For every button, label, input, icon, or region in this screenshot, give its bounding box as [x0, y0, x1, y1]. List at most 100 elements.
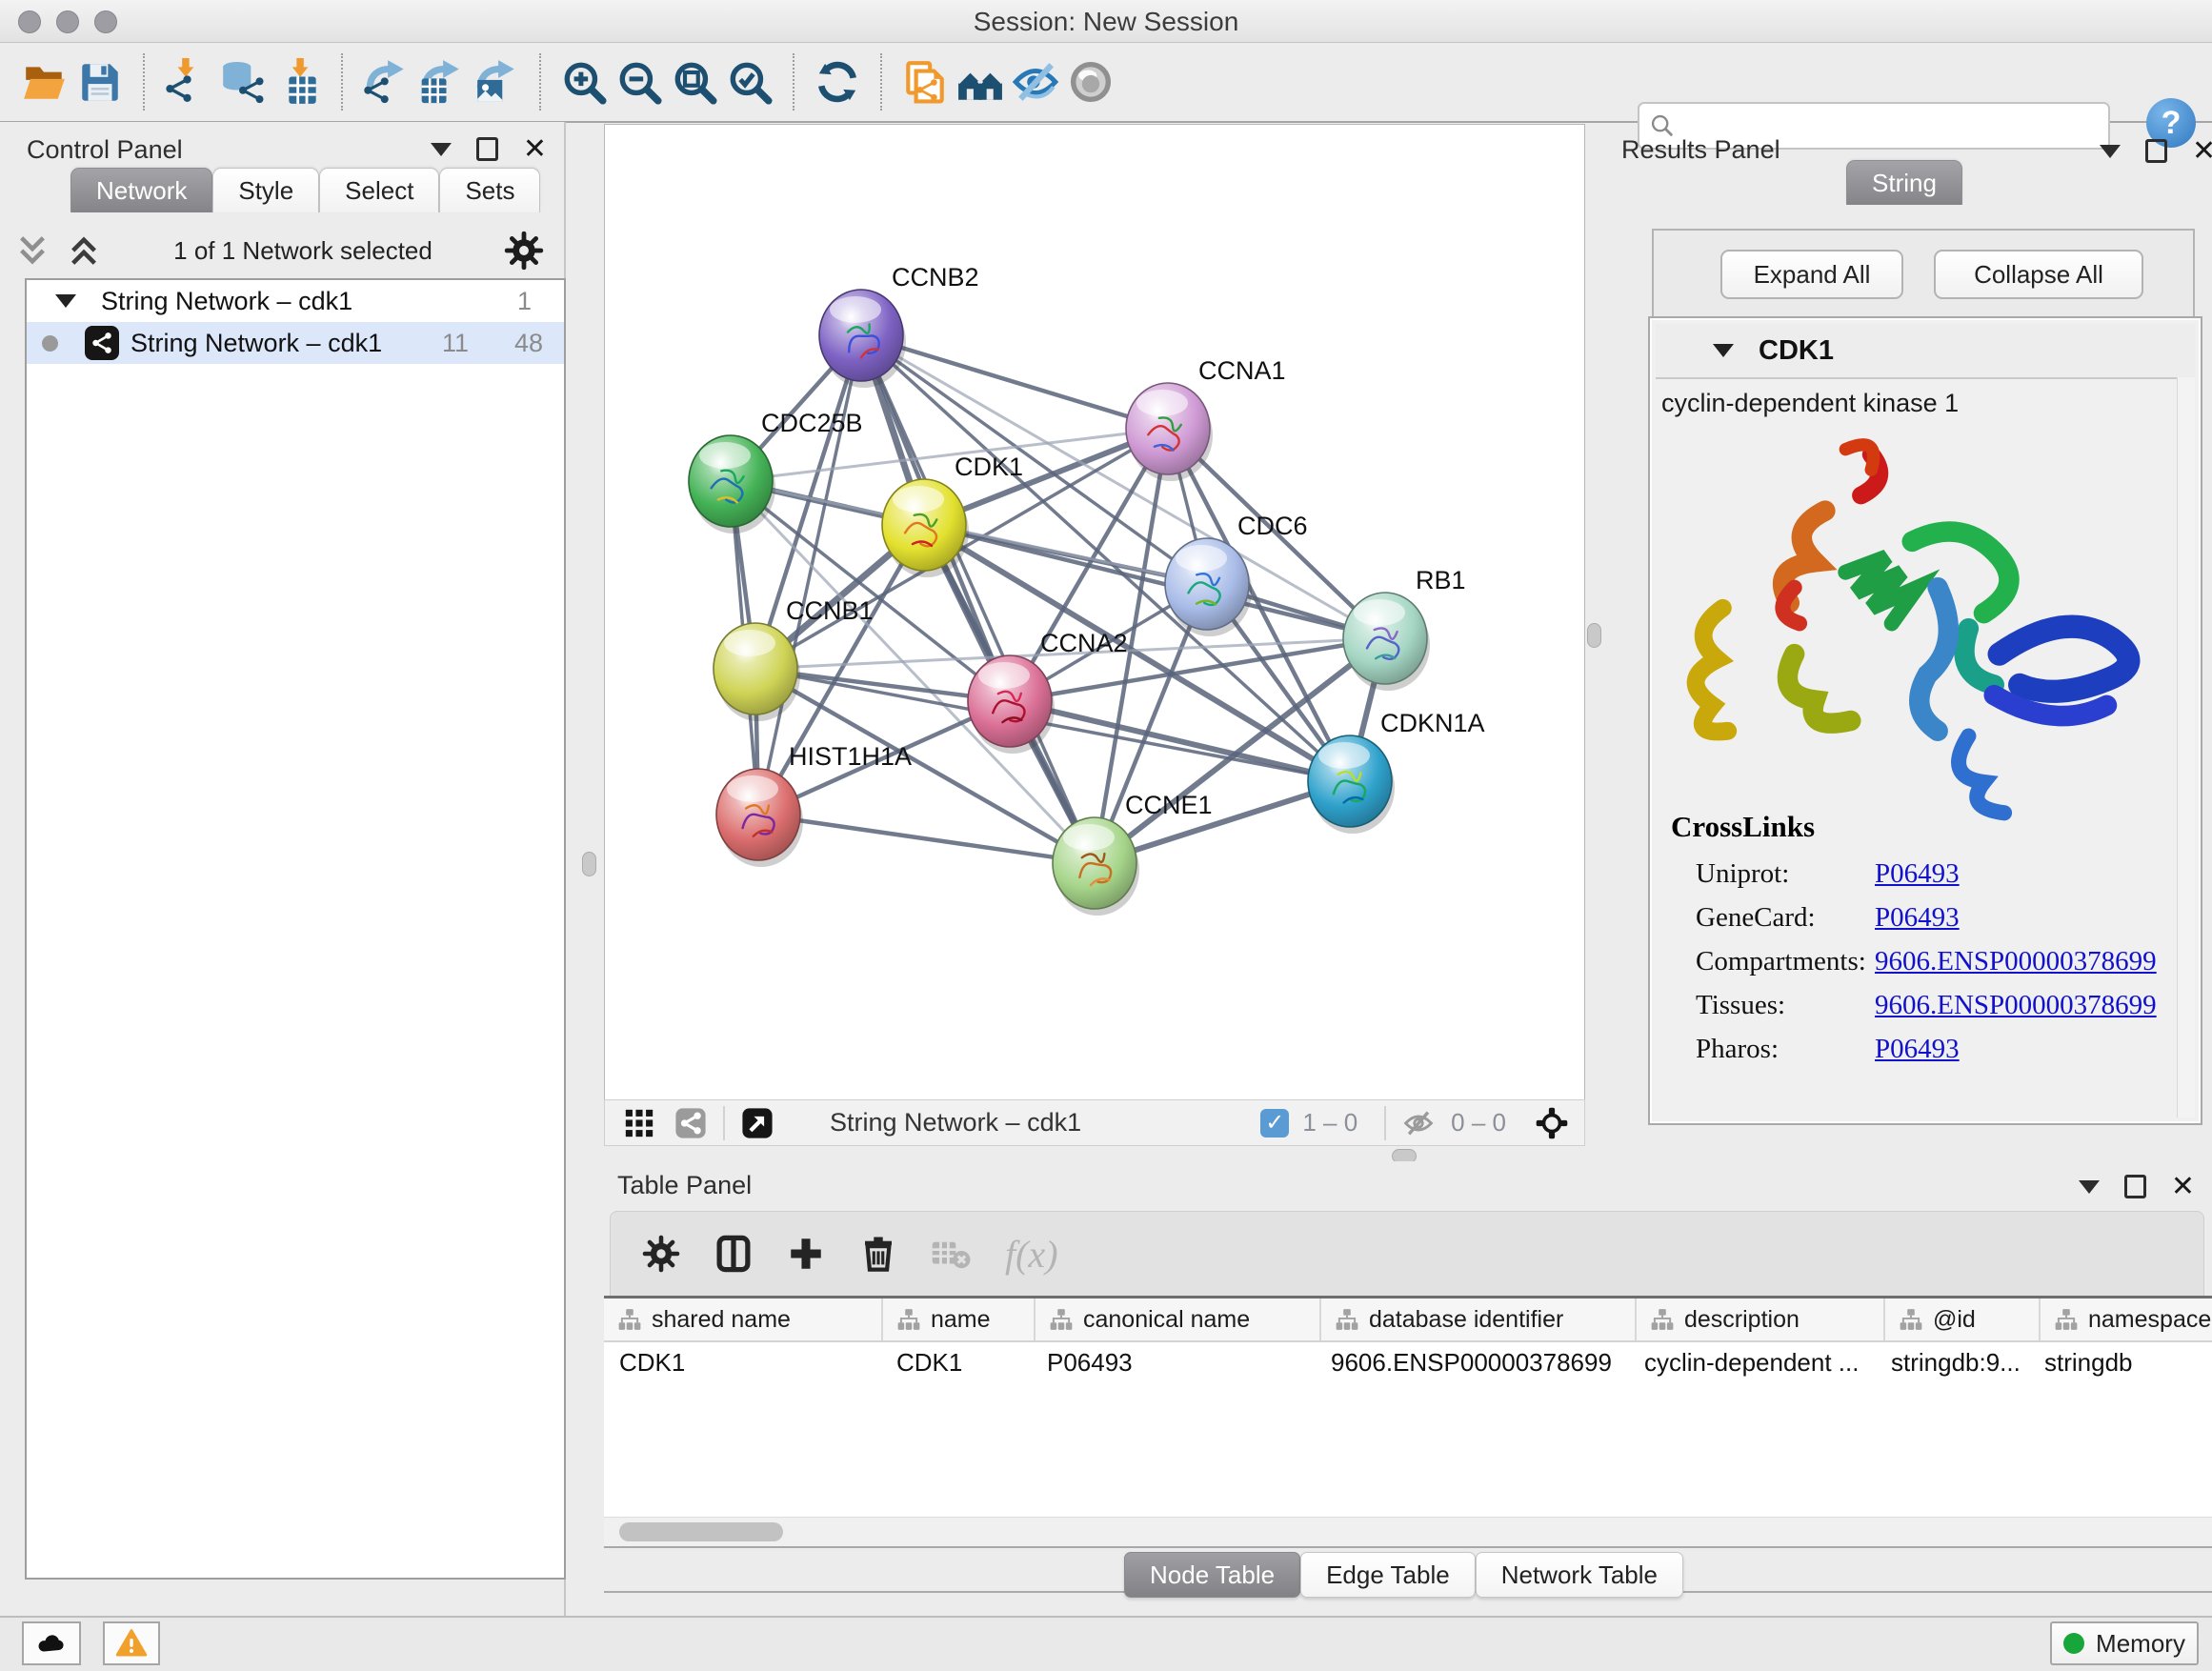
add-column-icon[interactable] — [784, 1232, 828, 1276]
node-CDC25B[interactable] — [689, 435, 775, 534]
column-header-canonical-name[interactable]: canonical name — [1036, 1299, 1321, 1340]
tab-string[interactable]: String — [1846, 160, 1962, 205]
column-header-shared-name[interactable]: shared name — [604, 1299, 883, 1340]
expand-all-button[interactable]: Expand All — [1720, 250, 1903, 299]
panel-collapse-icon[interactable] — [431, 143, 452, 156]
collapse-all-button[interactable]: Collapse All — [1934, 250, 2143, 299]
import-table-icon[interactable] — [271, 54, 326, 110]
network-collection-row[interactable]: String Network – cdk1 1 — [27, 280, 564, 322]
column-header-name[interactable]: name — [883, 1299, 1036, 1340]
preview-icon[interactable] — [1063, 54, 1118, 110]
edge-CCNB2-CCNA1[interactable] — [861, 335, 1168, 429]
delete-table-icon[interactable] — [929, 1232, 973, 1276]
column-header-namespace[interactable]: namespace — [2041, 1299, 2212, 1340]
column-header--id[interactable]: @id — [1885, 1299, 2041, 1340]
zoom-fit-icon[interactable] — [667, 54, 722, 110]
node-CDKN1A[interactable] — [1308, 735, 1395, 834]
crosslink-value-link[interactable]: P06493 — [1875, 1034, 1960, 1065]
node-CDK1[interactable] — [882, 479, 969, 577]
export-table-icon[interactable] — [413, 54, 469, 110]
zoom-in-icon[interactable] — [556, 54, 612, 110]
delete-column-icon[interactable] — [856, 1232, 900, 1276]
node-CCNA1[interactable] — [1126, 383, 1213, 481]
column-header-description[interactable]: description — [1637, 1299, 1885, 1340]
column-label: canonical name — [1083, 1306, 1250, 1334]
show-columns-icon[interactable] — [712, 1232, 755, 1276]
edge-CCNB2-CCNE1[interactable] — [861, 335, 1095, 863]
node-HIST1H1A[interactable] — [716, 769, 803, 867]
collapse-all-icon[interactable] — [13, 234, 51, 267]
panel-close-icon[interactable]: ✕ — [523, 139, 547, 160]
right-splitter-handle[interactable] — [1587, 623, 1601, 648]
zoom-selected-icon[interactable] — [722, 54, 777, 110]
network-row[interactable]: String Network – cdk1 11 48 — [27, 322, 564, 364]
home-icon[interactable] — [953, 54, 1008, 110]
cell: 9606.ENSP00000378699 — [1316, 1348, 1629, 1378]
node-CCNB2[interactable] — [819, 290, 906, 388]
node-CCNE1[interactable] — [1053, 817, 1139, 916]
node-RB1[interactable] — [1343, 593, 1430, 691]
table-header-row: shared namename canonical name database id… — [604, 1299, 2212, 1342]
panel-float-icon[interactable] — [476, 137, 498, 161]
export-network-icon[interactable] — [358, 54, 413, 110]
selected-checkbox-icon[interactable]: ✓ — [1260, 1109, 1289, 1137]
edge-HIST1H1A-CCNE1[interactable] — [758, 815, 1095, 863]
network-options-gear-icon[interactable] — [503, 230, 545, 272]
edge-CDK1-RB1[interactable] — [924, 525, 1385, 638]
save-session-icon[interactable] — [72, 54, 128, 110]
crosslink-label: Uniprot: — [1696, 858, 1875, 890]
memory-button[interactable]: Memory — [2050, 1621, 2199, 1665]
results-scrollbar[interactable] — [2177, 377, 2195, 1117]
table-float-icon[interactable] — [2124, 1175, 2146, 1198]
grid-view-icon[interactable] — [620, 1104, 658, 1142]
crosslink-value-link[interactable]: 9606.ENSP00000378699 — [1875, 946, 2157, 977]
collection-expander-icon[interactable] — [55, 294, 76, 308]
cloud-button[interactable] — [22, 1621, 81, 1665]
table-collapse-icon[interactable] — [2079, 1180, 2100, 1194]
clone-network-icon[interactable] — [897, 54, 953, 110]
network-canvas[interactable]: CCNB2CCNA1CDC25BCDK1CDC6RB1CCNB1CCNA2CDK… — [604, 124, 1585, 1100]
gene-section-header[interactable]: CDK1 — [1656, 324, 2195, 379]
scrollbar-thumb[interactable] — [619, 1522, 783, 1541]
results-close-icon[interactable]: ✕ — [2192, 141, 2212, 162]
table-settings-gear-icon[interactable] — [639, 1232, 683, 1276]
refresh-icon[interactable] — [810, 54, 865, 110]
tab-edge-table[interactable]: Edge Table — [1300, 1552, 1476, 1598]
tab-style[interactable]: Style — [212, 168, 319, 212]
warning-button[interactable] — [103, 1621, 160, 1665]
tab-sets[interactable]: Sets — [439, 168, 540, 212]
table-close-icon[interactable]: ✕ — [2171, 1177, 2195, 1198]
tab-node-table[interactable]: Node Table — [1124, 1552, 1300, 1598]
crosslink-value-link[interactable]: P06493 — [1875, 858, 1960, 890]
network-share-icon[interactable] — [672, 1104, 710, 1142]
hide-unhide-icon[interactable] — [1008, 54, 1063, 110]
tab-select[interactable]: Select — [319, 168, 439, 212]
results-collapse-icon[interactable] — [2100, 145, 2121, 158]
import-network-icon[interactable] — [160, 54, 215, 110]
export-image-icon[interactable] — [469, 54, 524, 110]
node-CCNB1[interactable] — [714, 623, 800, 721]
crosslink-value-link[interactable]: P06493 — [1875, 902, 1960, 934]
gene-expander-icon[interactable] — [1713, 344, 1734, 357]
expand-all-icon[interactable] — [65, 234, 103, 267]
node-label-CDKN1A: CDKN1A — [1380, 709, 1485, 737]
node-count: 11 — [427, 329, 469, 358]
column-header-database-identifier[interactable]: database identifier — [1321, 1299, 1637, 1340]
zoom-out-icon[interactable] — [612, 54, 667, 110]
tab-network[interactable]: Network — [70, 168, 212, 212]
node-CDC6[interactable] — [1165, 538, 1252, 636]
open-view-icon[interactable] — [738, 1104, 776, 1142]
column-label: @id — [1933, 1306, 1976, 1334]
import-database-icon[interactable] — [215, 54, 271, 110]
results-float-icon[interactable] — [2145, 139, 2167, 163]
birdseye-crosshair-icon[interactable] — [1533, 1104, 1571, 1142]
table-row[interactable]: CDK1CDK1P064939606.ENSP00000378699cyclin… — [604, 1342, 2212, 1382]
selection-status: 1 of 1 Network selected — [103, 236, 503, 266]
tab-network-table[interactable]: Network Table — [1476, 1552, 1683, 1598]
node-CCNA2[interactable] — [968, 655, 1055, 754]
open-file-icon[interactable] — [17, 54, 72, 110]
left-splitter-handle[interactable] — [582, 852, 596, 876]
column-label: database identifier — [1369, 1306, 1563, 1334]
table-horizontal-scrollbar[interactable] — [604, 1517, 2212, 1546]
crosslink-value-link[interactable]: 9606.ENSP00000378699 — [1875, 990, 2157, 1021]
